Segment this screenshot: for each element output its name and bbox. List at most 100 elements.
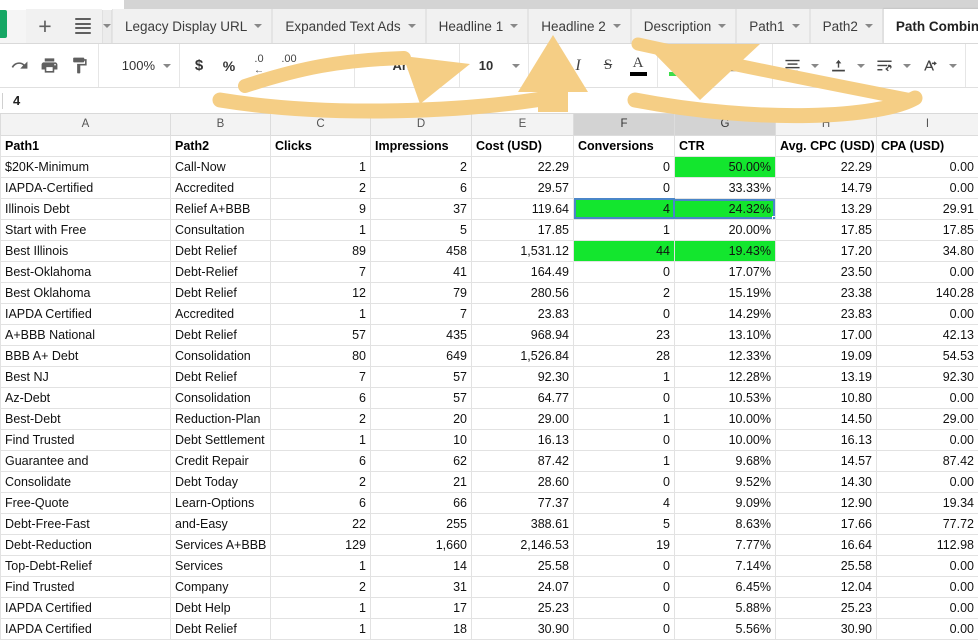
column-header-F[interactable]: F — [574, 114, 675, 135]
cell-clicks[interactable]: 80 — [271, 345, 371, 366]
cell-path2[interactable]: Services A+BBB — [171, 534, 271, 555]
cell-cost[interactable]: 388.61 — [472, 513, 574, 534]
cell-avg-cpc[interactable]: 17.66 — [776, 513, 877, 534]
sheet-tab-caret-icon[interactable] — [718, 24, 726, 28]
table-row[interactable]: Debt-Free-Fastand-Easy22255388.6158.63%1… — [1, 513, 978, 534]
more-formats-caret-icon[interactable] — [334, 52, 350, 80]
cell-cost[interactable]: 25.58 — [472, 555, 574, 576]
italic-button[interactable]: I — [563, 52, 593, 80]
cell-clicks[interactable]: 2 — [271, 408, 371, 429]
cell-cost[interactable]: 30.90 — [472, 618, 574, 639]
cell-conversions[interactable]: 1 — [574, 219, 675, 240]
cell-impressions[interactable]: 57 — [371, 387, 472, 408]
cell-clicks[interactable]: 2 — [271, 576, 371, 597]
vertical-align-icon[interactable] — [823, 52, 853, 80]
table-row[interactable]: Find TrustedCompany23124.0706.45%12.040.… — [1, 576, 978, 597]
table-row[interactable]: Best OklahomaDebt Relief1279280.56215.19… — [1, 282, 978, 303]
cell-path2[interactable]: Consolidation — [171, 387, 271, 408]
insert-link-icon[interactable] — [970, 52, 978, 80]
cell-conversions[interactable]: 0 — [574, 471, 675, 492]
cell-conversions[interactable]: 0 — [574, 618, 675, 639]
cell-avg-cpc[interactable]: 23.83 — [776, 303, 877, 324]
table-row[interactable]: Guarantee andCredit Repair66287.4219.68%… — [1, 450, 978, 471]
table-row[interactable]: BBB A+ DebtConsolidation806491,526.84281… — [1, 345, 978, 366]
cell-cpa[interactable]: 54.53 — [877, 345, 978, 366]
cell-path1[interactable]: Debt-Reduction — [1, 534, 171, 555]
cell-avg-cpc[interactable]: 17.00 — [776, 324, 877, 345]
cell-clicks[interactable]: 7 — [271, 261, 371, 282]
cell-clicks[interactable]: 2 — [271, 471, 371, 492]
cell-ctr[interactable]: 50.00% — [675, 156, 776, 177]
cell-path1[interactable]: IAPDA Certified — [1, 303, 171, 324]
cell-conversions[interactable]: 1 — [574, 408, 675, 429]
cell-avg-cpc[interactable]: 30.90 — [776, 618, 877, 639]
paint-format-icon[interactable] — [64, 52, 94, 80]
cell-cpa[interactable]: 29.00 — [877, 408, 978, 429]
cell-cost[interactable]: 1,526.84 — [472, 345, 574, 366]
cell-impressions[interactable]: 21 — [371, 471, 472, 492]
cell-cost[interactable]: 29.57 — [472, 177, 574, 198]
cell-ctr[interactable]: 19.43% — [675, 240, 776, 261]
cell-impressions[interactable]: 10 — [371, 429, 472, 450]
cell-path2[interactable]: Relief A+BBB — [171, 198, 271, 219]
cell-ctr[interactable]: 12.33% — [675, 345, 776, 366]
cell-cpa[interactable]: 92.30 — [877, 366, 978, 387]
merge-cells-icon[interactable] — [722, 52, 752, 80]
cell-ctr[interactable]: 20.00% — [675, 219, 776, 240]
cell-conversions[interactable]: 5 — [574, 513, 675, 534]
cell-path1[interactable]: IAPDA-Certified — [1, 177, 171, 198]
table-row[interactable]: Best-DebtReduction-Plan22029.00110.00%14… — [1, 408, 978, 429]
cell-cpa[interactable]: 112.98 — [877, 534, 978, 555]
column-title-cell[interactable]: Path1 — [1, 135, 171, 156]
cell-cost[interactable]: 968.94 — [472, 324, 574, 345]
cell-cpa[interactable]: 0.00 — [877, 471, 978, 492]
decrease-decimal-button[interactable]: .0 ← — [244, 52, 274, 80]
cell-clicks[interactable]: 1 — [271, 429, 371, 450]
cell-path2[interactable]: Reduction-Plan — [171, 408, 271, 429]
cell-path2[interactable]: Debt Relief — [171, 366, 271, 387]
cell-clicks[interactable]: 6 — [271, 387, 371, 408]
table-row[interactable]: ConsolidateDebt Today22128.6009.52%14.30… — [1, 471, 978, 492]
cell-impressions[interactable]: 31 — [371, 576, 472, 597]
cell-impressions[interactable]: 6 — [371, 177, 472, 198]
fill-color-icon[interactable] — [662, 52, 692, 80]
vertical-align-caret-icon[interactable] — [853, 52, 869, 80]
cell-conversions[interactable]: 0 — [574, 576, 675, 597]
cell-cost[interactable]: 28.60 — [472, 471, 574, 492]
cell-cost[interactable]: 77.37 — [472, 492, 574, 513]
cell-ctr[interactable]: 12.28% — [675, 366, 776, 387]
cell-path2[interactable]: Accredited — [171, 177, 271, 198]
cell-conversions[interactable]: 0 — [574, 156, 675, 177]
cell-path1[interactable]: Start with Free — [1, 219, 171, 240]
print-icon[interactable] — [34, 52, 64, 80]
cell-impressions[interactable]: 255 — [371, 513, 472, 534]
cell-path1[interactable]: Best Oklahoma — [1, 282, 171, 303]
cell-impressions[interactable]: 2 — [371, 156, 472, 177]
cell-cpa[interactable]: 0.00 — [877, 387, 978, 408]
cell-path1[interactable]: A+BBB National — [1, 324, 171, 345]
cell-ctr[interactable]: 10.00% — [675, 408, 776, 429]
cell-clicks[interactable]: 12 — [271, 282, 371, 303]
cell-cost[interactable]: 92.30 — [472, 366, 574, 387]
cell-path2[interactable]: Consultation — [171, 219, 271, 240]
sheet-tab-caret-icon[interactable] — [613, 24, 621, 28]
cell-ctr[interactable]: 9.52% — [675, 471, 776, 492]
cell-path1[interactable]: Illinois Debt — [1, 198, 171, 219]
cell-cpa[interactable]: 34.80 — [877, 240, 978, 261]
cell-avg-cpc[interactable]: 17.20 — [776, 240, 877, 261]
text-wrap-icon[interactable] — [869, 52, 899, 80]
cell-cpa[interactable]: 42.13 — [877, 324, 978, 345]
cell-avg-cpc[interactable]: 14.50 — [776, 408, 877, 429]
cell-cpa[interactable]: 0.00 — [877, 555, 978, 576]
cell-clicks[interactable]: 1 — [271, 219, 371, 240]
cell-ctr[interactable]: 13.10% — [675, 324, 776, 345]
column-header-B[interactable]: B — [171, 114, 271, 135]
cell-conversions[interactable]: 0 — [574, 597, 675, 618]
sheet-tab-headline-1[interactable]: Headline 1 — [426, 9, 529, 43]
cell-conversions[interactable]: 19 — [574, 534, 675, 555]
column-title-cell[interactable]: CTR — [675, 135, 776, 156]
cell-ctr[interactable]: 10.53% — [675, 387, 776, 408]
cell-ctr[interactable]: 15.19% — [675, 282, 776, 303]
cell-impressions[interactable]: 41 — [371, 261, 472, 282]
cell-conversions[interactable]: 0 — [574, 429, 675, 450]
